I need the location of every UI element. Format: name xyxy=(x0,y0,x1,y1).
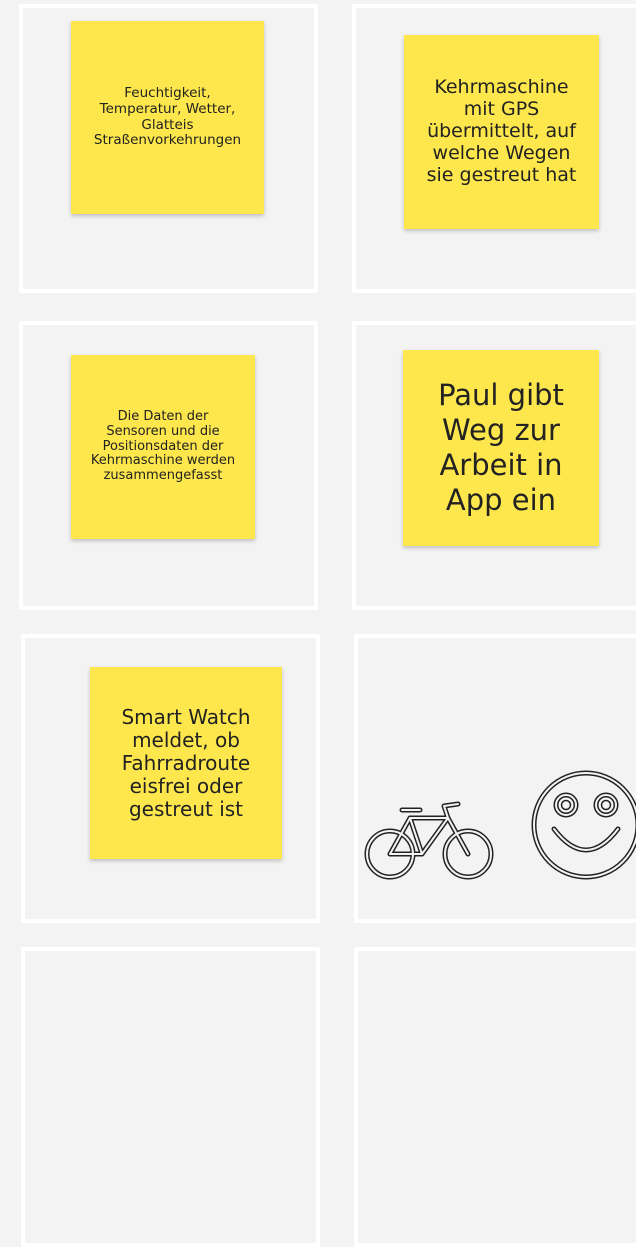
smiley-icon xyxy=(531,770,636,880)
frame-4-1[interactable] xyxy=(21,947,320,1247)
sticky-note-paul-route[interactable]: Paul gibt Weg zur Arbeit in App ein xyxy=(403,350,599,546)
bicycle-icon xyxy=(364,801,494,880)
sticky-note-sensors[interactable]: Feuchtigkeit, Temperatur, Wetter, Glatte… xyxy=(71,21,264,214)
sticky-note-smart-watch[interactable]: Smart Watch meldet, ob Fahrradroute eisf… xyxy=(90,667,282,859)
frame-4-2[interactable] xyxy=(354,947,636,1247)
sticky-note-gps-sweeper[interactable]: Kehrmaschine mit GPS übermittelt, auf we… xyxy=(404,35,599,229)
sticky-note-data-merge[interactable]: Die Daten der Sensoren und die Positions… xyxy=(71,355,255,539)
